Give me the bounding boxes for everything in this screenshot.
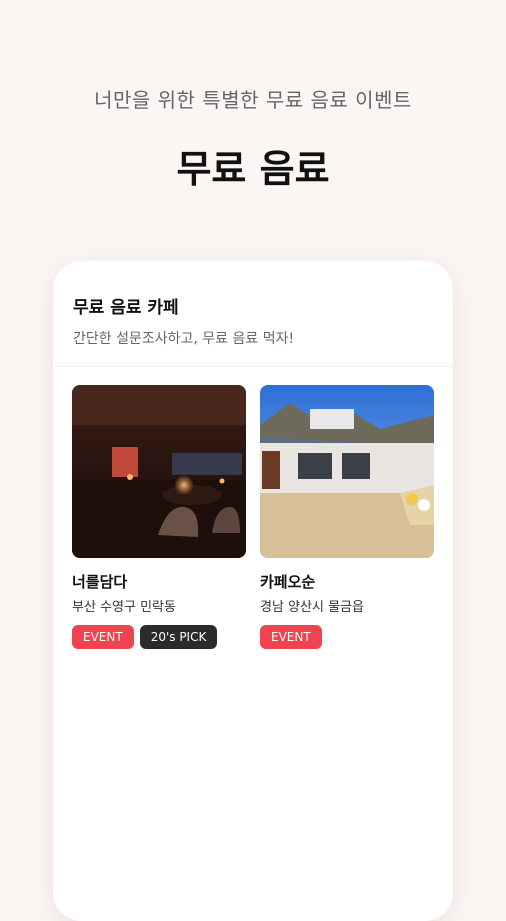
cafe-name: 카페오순 [260,573,316,591]
cafe-name: 너를담다 [72,573,128,591]
card-header: 무료 음료 카페 간단한 설문조사하고, 무료 음료 먹자! [53,261,453,367]
cafe-tags: EVENT 20's PICK [72,625,246,649]
cafe-card-2[interactable]: 카페오순 경남 양산시 물금읍 EVENT [260,385,434,649]
cafe-location: 부산 수영구 민락동 [72,600,176,615]
event-tag: EVENT [260,625,322,649]
card-title: 무료 음료 카페 [73,298,179,318]
cafe-grid: 너를담다 부산 수영구 민락동 EVENT 20's PICK 카페오순 경남 … [72,385,442,649]
cafe-photo-interior[interactable] [72,385,246,558]
cafe-photo-exterior[interactable] [260,385,434,558]
page-subtitle: 너만을 위한 특별한 무료 음료 이벤트 [94,88,412,112]
pick-tag: 20's PICK [139,625,218,649]
cafe-card-1[interactable]: 너를담다 부산 수영구 민락동 EVENT 20's PICK [72,385,246,649]
phone-card: 무료 음료 카페 간단한 설문조사하고, 무료 음료 먹자! 너를담다 부산 수… [53,261,453,921]
cafe-tags: EVENT [260,625,434,649]
event-tag: EVENT [72,625,134,649]
card-description: 간단한 설문조사하고, 무료 음료 먹자! [73,331,295,347]
page-title: 무료 음료 [176,147,330,191]
cafe-location: 경남 양산시 물금읍 [260,600,364,615]
